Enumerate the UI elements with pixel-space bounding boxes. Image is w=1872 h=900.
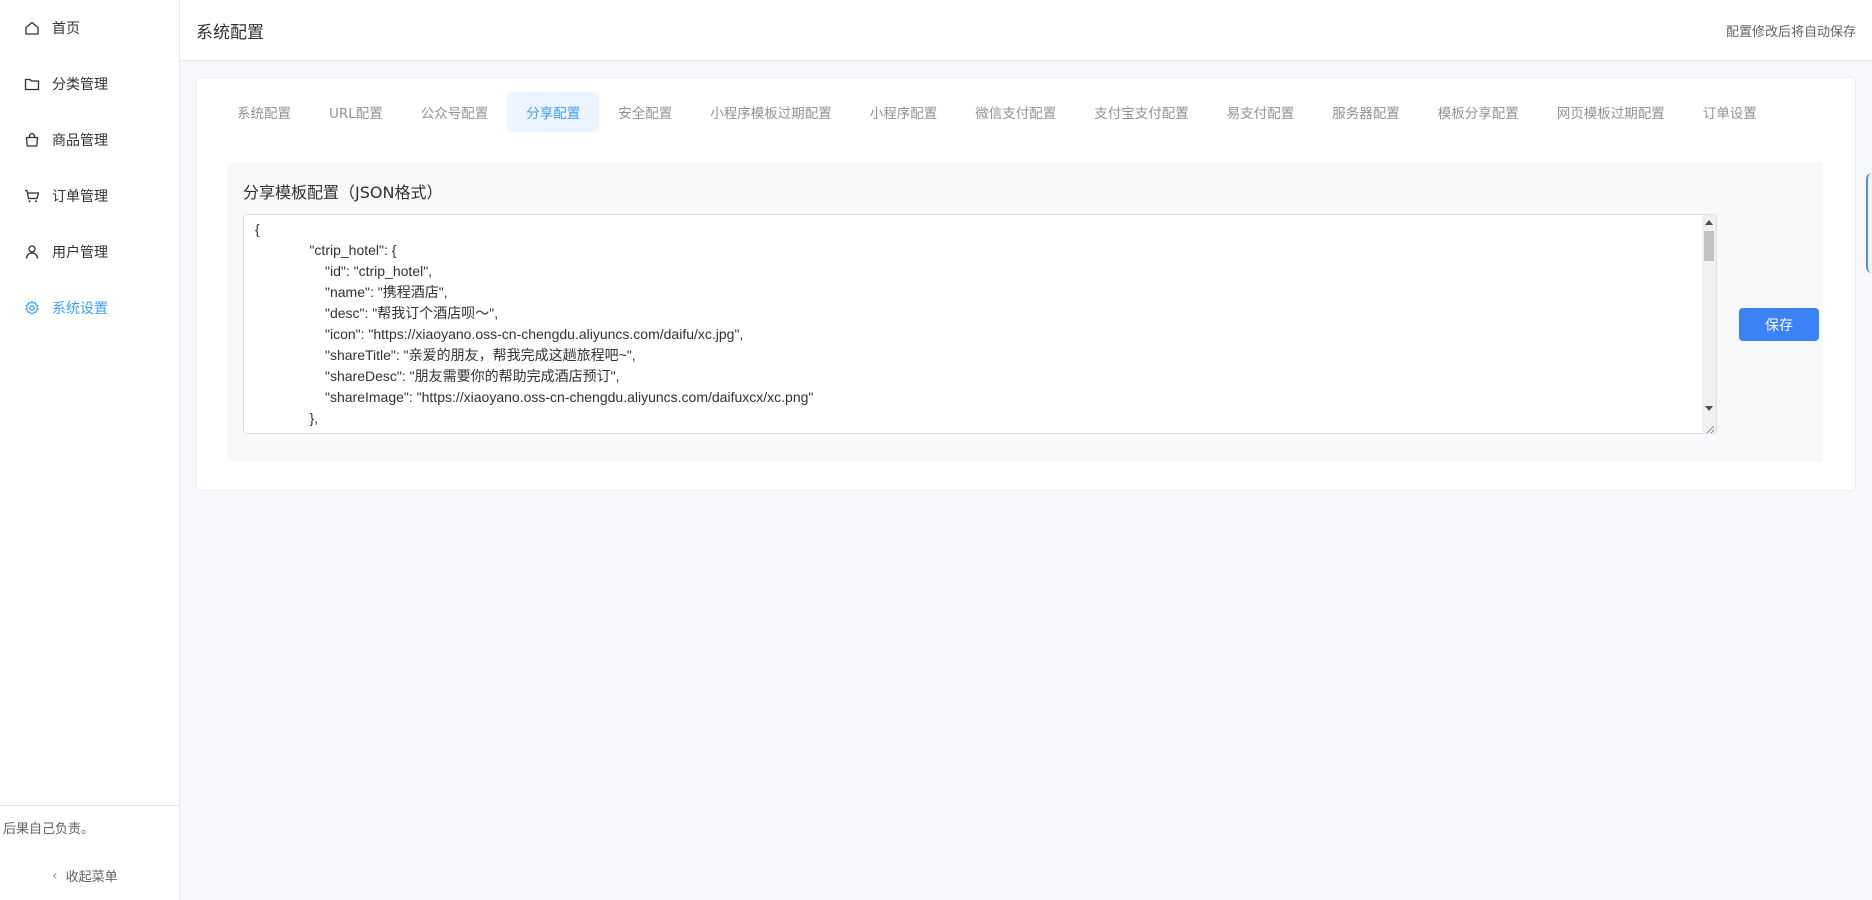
tab-order-settings[interactable]: 订单设置 (1684, 92, 1776, 132)
sidebar-item-label: 用户管理 (52, 245, 108, 261)
tab-alipay[interactable]: 支付宝支付配置 (1075, 92, 1208, 132)
page-title: 系统配置 (196, 23, 264, 43)
config-tabs: 系统配置 URL配置 公众号配置 分享配置 安全配置 小程序模板过期配置 小程序… (218, 92, 1776, 132)
json-line: "shareDesc": "朋友需要你的帮助完成酒店预订", (255, 368, 620, 384)
cart-icon (24, 188, 40, 204)
share-template-label: 分享模板配置（JSON格式） (243, 183, 443, 202)
sidebar-item-label: 分类管理 (52, 77, 108, 93)
sidebar-item-users[interactable]: 用户管理 (0, 232, 179, 272)
edge-floating-widget[interactable] (1866, 173, 1872, 273)
sidebar-item-settings[interactable]: 系统设置 (0, 288, 179, 328)
json-line: "icon": "https://xiaoyano.oss-cn-chengdu… (255, 326, 744, 342)
scroll-up-arrow-icon[interactable] (1705, 220, 1713, 225)
tab-template-share[interactable]: 模板分享配置 (1419, 92, 1538, 132)
sidebar-item-orders[interactable]: 订单管理 (0, 176, 179, 216)
chevron-left-icon: ‹ (52, 867, 58, 884)
sidebar-notice: 后果自己负责。 (3, 822, 95, 837)
scroll-down-arrow-icon[interactable] (1705, 406, 1713, 411)
json-line: "ctrip_hotel": { (255, 242, 397, 258)
sidebar-divider (0, 805, 179, 806)
page-header: 系统配置 配置修改后将自动保存 (180, 0, 1872, 61)
collapse-menu-label: 收起菜单 (65, 870, 118, 885)
folder-icon (24, 76, 40, 92)
tab-share[interactable]: 分享配置 (507, 92, 600, 132)
config-card: 系统配置 URL配置 公众号配置 分享配置 安全配置 小程序模板过期配置 小程序… (196, 77, 1856, 491)
tab-official-account[interactable]: 公众号配置 (402, 92, 508, 132)
tab-server[interactable]: 服务器配置 (1313, 92, 1419, 132)
scrollbar-thumb[interactable] (1704, 231, 1714, 261)
save-button[interactable]: 保存 (1739, 308, 1819, 341)
sidebar-item-label: 订单管理 (52, 189, 108, 205)
sidebar-item-label: 商品管理 (52, 133, 108, 149)
resize-grip-icon[interactable] (1703, 420, 1715, 433)
json-content: { "ctrip_hotel": { "id": "ctrip_hotel", … (255, 219, 813, 429)
sidebar: 首页 分类管理 商品管理 订单管理 用户管理 系统设置 后果自己负责。 ‹ 收起… (0, 0, 180, 900)
sidebar-item-category[interactable]: 分类管理 (0, 64, 179, 104)
json-line: "name": "携程酒店", (255, 284, 448, 300)
tab-web-template-expiry[interactable]: 网页模板过期配置 (1538, 92, 1684, 132)
app-root: 首页 分类管理 商品管理 订单管理 用户管理 系统设置 后果自己负责。 ‹ 收起… (0, 0, 1872, 900)
gear-icon (24, 300, 40, 316)
tab-miniprogram-template-expiry[interactable]: 小程序模板过期配置 (691, 92, 851, 132)
tab-easy-pay[interactable]: 易支付配置 (1208, 92, 1314, 132)
sidebar-item-home[interactable]: 首页 (0, 8, 179, 48)
tab-url[interactable]: URL配置 (310, 92, 402, 132)
share-config-panel: 分享模板配置（JSON格式） { "ctrip_hotel": { "id": … (227, 162, 1823, 462)
tab-wechat-pay[interactable]: 微信支付配置 (956, 92, 1075, 132)
sidebar-item-label: 首页 (52, 21, 80, 37)
tab-security[interactable]: 安全配置 (599, 92, 691, 132)
collapse-menu-button[interactable]: ‹ 收起菜单 (52, 866, 118, 886)
json-line: { (255, 221, 260, 237)
share-template-json-textarea[interactable]: { "ctrip_hotel": { "id": "ctrip_hotel", … (243, 214, 1717, 434)
tab-miniprogram[interactable]: 小程序配置 (851, 92, 957, 132)
user-icon (24, 244, 40, 260)
sidebar-item-label: 系统设置 (52, 301, 108, 317)
autosave-note: 配置修改后将自动保存 (1725, 25, 1856, 40)
json-line: "shareImage": "https://xiaoyano.oss-cn-c… (255, 389, 814, 405)
textarea-scrollbar[interactable] (1702, 215, 1716, 433)
tab-system[interactable]: 系统配置 (218, 92, 310, 132)
json-line: "id": "ctrip_hotel", (255, 263, 433, 279)
json-line: "desc": "帮我订个酒店呗～", (255, 305, 499, 321)
json-line: "shareTitle": "亲爱的朋友，帮我完成这趟旅程吧~", (255, 347, 636, 363)
shopping-bag-icon (24, 132, 40, 148)
json-line: }, (255, 410, 319, 426)
sidebar-item-products[interactable]: 商品管理 (0, 120, 179, 160)
home-icon (24, 20, 40, 36)
